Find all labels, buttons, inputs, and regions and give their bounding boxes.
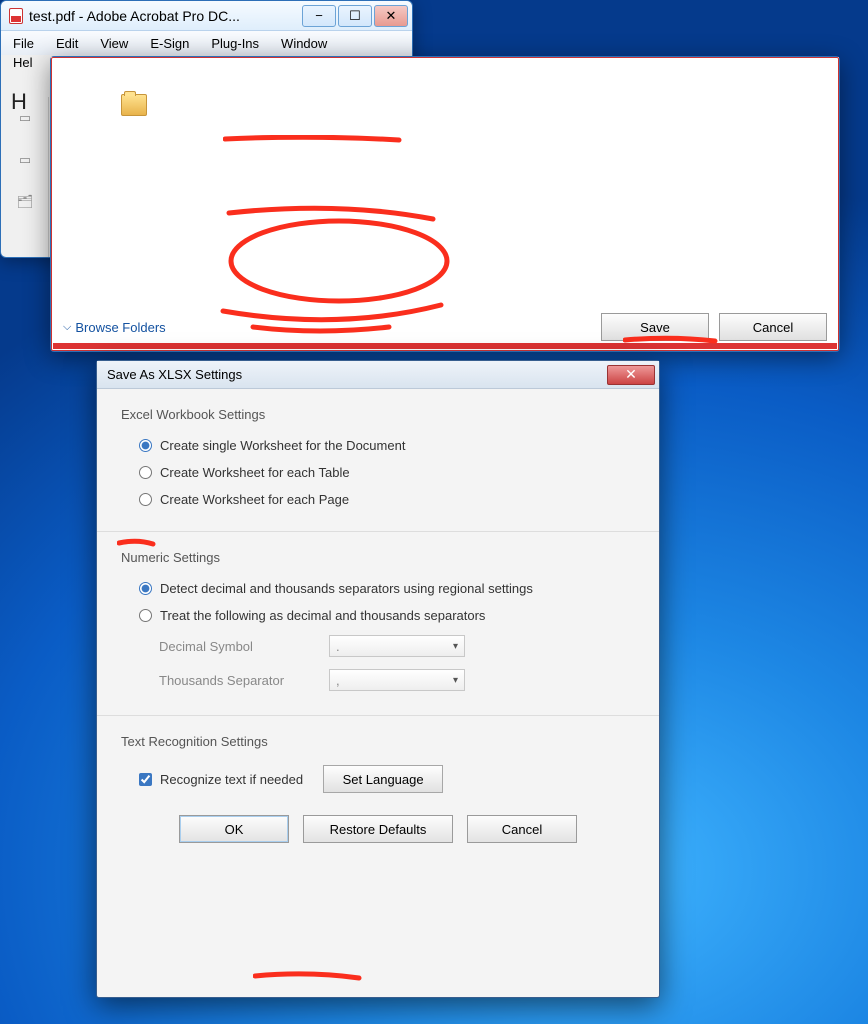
menu-file[interactable]: File [3, 33, 44, 54]
menu-esign[interactable]: E-Sign [140, 33, 199, 54]
radio-label: Create single Worksheet for the Document [160, 438, 405, 453]
decimal-symbol-row: Decimal Symbol . ▾ [121, 629, 635, 663]
browse-folders-label: Browse Folders [75, 320, 165, 335]
recognize-text-checkbox[interactable]: Recognize text if needed [139, 772, 303, 787]
set-language-button[interactable]: Set Language [323, 765, 443, 793]
decimal-symbol-value: . [336, 639, 340, 654]
browse-folders-toggle[interactable]: ⌵ Browse Folders [63, 320, 166, 335]
settings-title-text: Save As XLSX Settings [107, 367, 242, 382]
xlsx-settings-dialog: Save As XLSX Settings ✕ Excel Workbook S… [96, 360, 660, 998]
section-excel-title: Excel Workbook Settings [121, 407, 635, 422]
acrobat-menubar: File Edit View E-Sign Plug-Ins Window [1, 31, 412, 55]
settings-titlebar[interactable]: Save As XLSX Settings ✕ [97, 361, 659, 389]
radio-per-page[interactable]: Create Worksheet for each Page [121, 486, 635, 513]
sidebar-bookmarks-icon[interactable]: ▭ [1, 139, 49, 181]
section-text-title: Text Recognition Settings [121, 734, 635, 749]
acrobat-title-text: test.pdf - Adobe Acrobat Pro DC... [29, 8, 240, 24]
recognize-text-label: Recognize text if needed [160, 772, 303, 787]
minimize-button[interactable]: − [302, 5, 336, 27]
radio-label: Create Worksheet for each Table [160, 465, 350, 480]
acrobat-sidebar: ▭ ▭ 🗂 [1, 97, 49, 257]
maximize-button[interactable]: ☐ [338, 5, 372, 27]
ok-button[interactable]: OK [179, 815, 289, 843]
chevron-down-icon: ▾ [453, 675, 458, 686]
radio-custom-separators[interactable]: Treat the following as decimal and thous… [121, 602, 635, 629]
radio-label: Treat the following as decimal and thous… [160, 608, 485, 623]
chevron-down-icon: ▾ [453, 641, 458, 652]
menu-view[interactable]: View [90, 33, 138, 54]
folder-icon [121, 94, 147, 116]
recognize-text-input[interactable] [139, 773, 152, 786]
close-button[interactable]: ✕ [374, 5, 408, 27]
radio-regional-settings[interactable]: Detect decimal and thousands separators … [121, 575, 635, 602]
menu-window[interactable]: Window [271, 33, 337, 54]
sidebar-thumbnails-icon[interactable]: ▭ [1, 97, 49, 139]
thousands-separator-combo[interactable]: , ▾ [329, 669, 465, 691]
save-button[interactable]: Save [601, 313, 709, 341]
radio-input[interactable] [139, 439, 152, 452]
radio-single-worksheet[interactable]: Create single Worksheet for the Document [121, 432, 635, 459]
thousands-separator-value: , [336, 673, 340, 688]
radio-input[interactable] [139, 609, 152, 622]
decimal-symbol-combo[interactable]: . ▾ [329, 635, 465, 657]
cancel-button[interactable]: Cancel [467, 815, 577, 843]
section-numeric-title: Numeric Settings [121, 550, 635, 565]
cancel-button[interactable]: Cancel [719, 313, 827, 341]
thousands-separator-row: Thousands Separator , ▾ [121, 663, 635, 697]
save-as-titlebar[interactable]: Save As PDF ✕ [51, 57, 839, 89]
menu-edit[interactable]: Edit [46, 33, 88, 54]
radio-input[interactable] [139, 466, 152, 479]
menu-help[interactable]: Hel [3, 52, 43, 73]
radio-input[interactable] [139, 582, 152, 595]
radio-label: Create Worksheet for each Page [160, 492, 349, 507]
menu-plugins[interactable]: Plug-Ins [201, 33, 269, 54]
radio-label: Detect decimal and thousands separators … [160, 581, 533, 596]
acrobat-titlebar[interactable]: test.pdf - Adobe Acrobat Pro DC... − ☐ ✕ [1, 1, 412, 31]
decimal-symbol-label: Decimal Symbol [159, 639, 329, 654]
save-as-dialog: Save As PDF ✕ ◄ ► ▸ Computer ▸ SYSTEM (C… [50, 56, 840, 352]
thousands-separator-label: Thousands Separator [159, 673, 329, 688]
sidebar-layers-icon[interactable]: 🗂 [1, 181, 49, 223]
chevron-down-icon: ⌵ [63, 321, 71, 334]
pdf-icon [9, 8, 23, 24]
close-button[interactable]: ✕ [607, 365, 655, 385]
radio-input[interactable] [139, 493, 152, 506]
restore-defaults-button[interactable]: Restore Defaults [303, 815, 453, 843]
radio-per-table[interactable]: Create Worksheet for each Table [121, 459, 635, 486]
